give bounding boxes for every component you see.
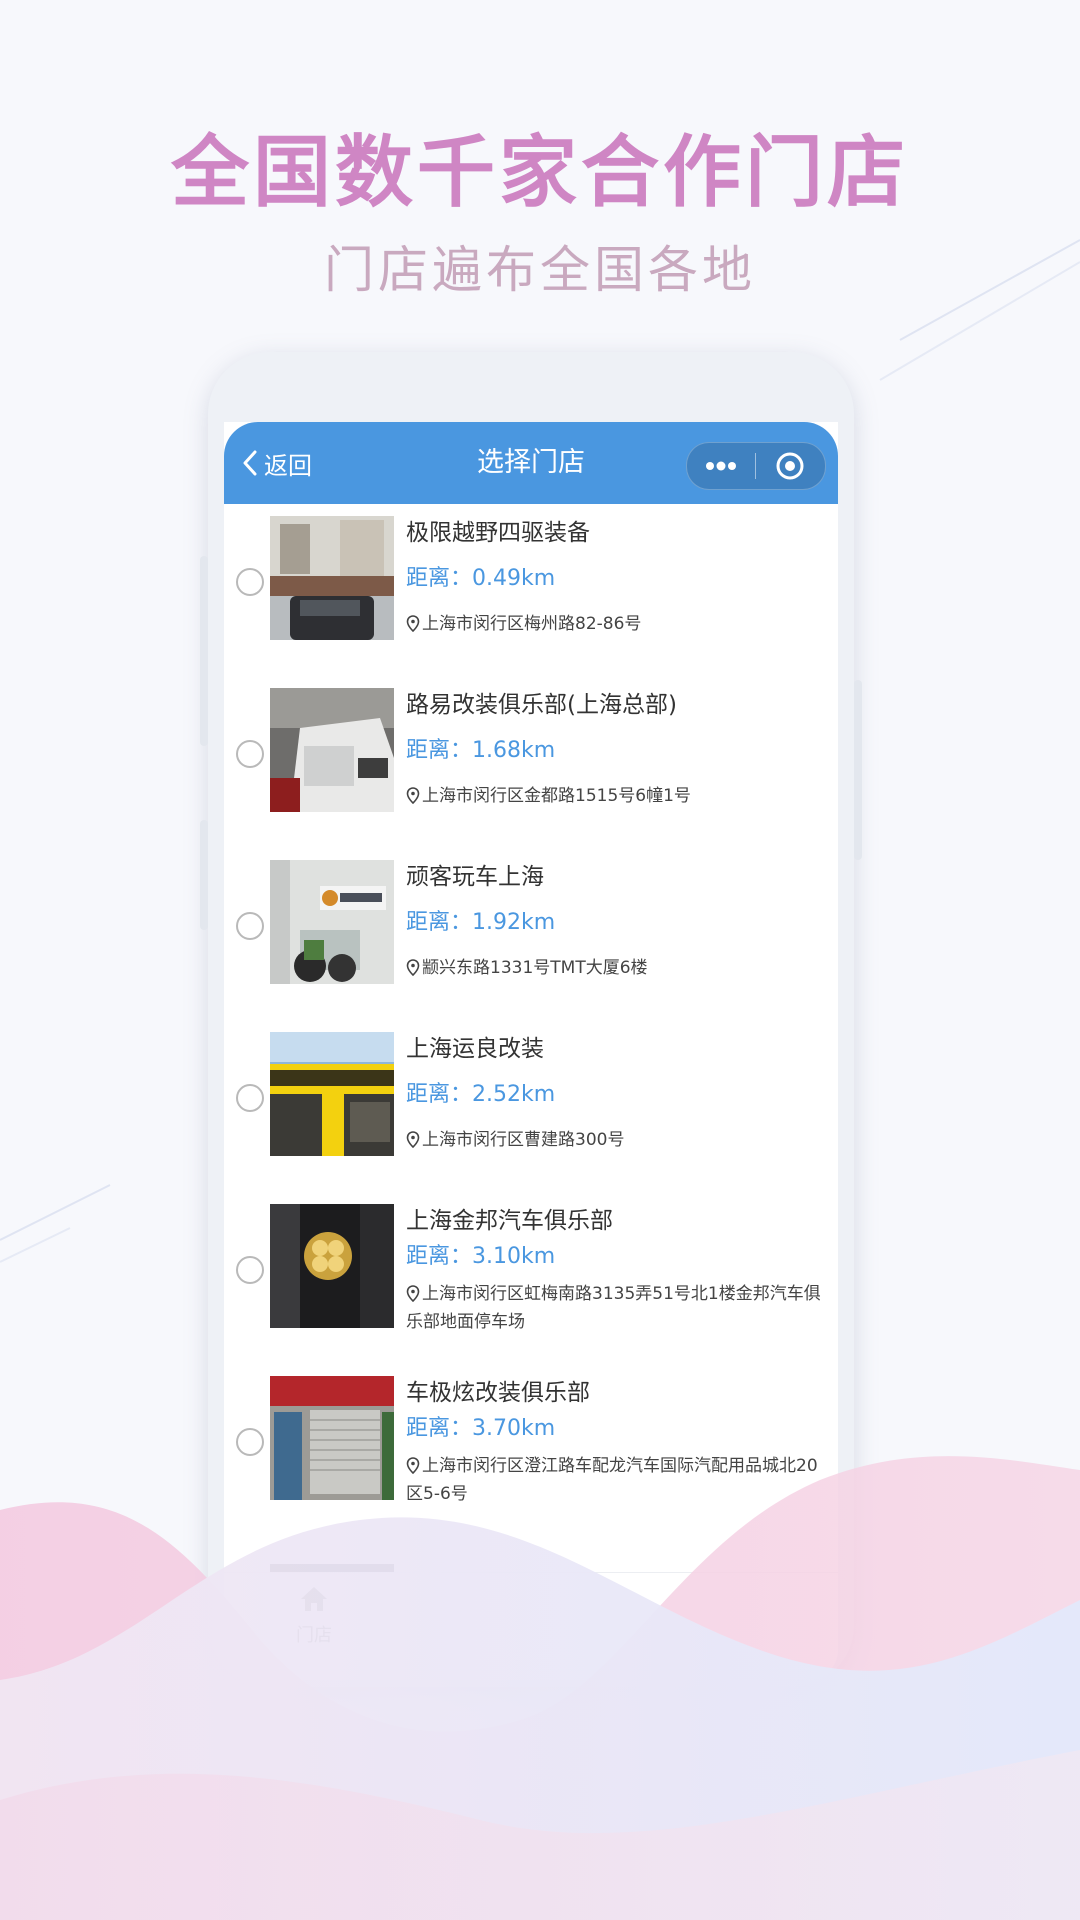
- store-list: 极限越野四驱装备 距离：0.49km 上海市闵行区梅州路82-86号 路易改装俱…: [224, 516, 838, 1548]
- store-distance: 距离：2.52km: [406, 1082, 556, 1107]
- store-name: 上海运良改装: [406, 1036, 544, 1062]
- store-photo: [270, 860, 394, 984]
- page-subheadline: 门店遍布全国各地: [324, 241, 756, 299]
- phone-side-button: [200, 556, 208, 746]
- more-button[interactable]: [687, 443, 755, 489]
- store-photo: [270, 516, 394, 640]
- store-item[interactable]: 顽客玩车上海 距离：1.92km 颛兴东路1331号TMT大厦6楼: [224, 860, 838, 1032]
- store-address: 颛兴东路1331号TMT大厦6楼: [406, 954, 826, 982]
- mini-program-capsule: [686, 442, 826, 490]
- store-address: 上海市闵行区虹梅南路3135弄51号北1楼金邦汽车俱乐部地面停车场: [406, 1280, 826, 1336]
- more-dots-icon: [706, 461, 736, 471]
- store-radio[interactable]: [236, 740, 264, 768]
- store-radio[interactable]: [236, 1256, 264, 1284]
- store-radio[interactable]: [236, 1084, 264, 1112]
- location-pin-icon: [406, 615, 420, 632]
- store-name: 顽客玩车上海: [406, 864, 544, 890]
- store-item[interactable]: 路易改装俱乐部(上海总部) 距离：1.68km 上海市闵行区金都路1515号6幢…: [224, 688, 838, 860]
- store-photo: [270, 1204, 394, 1328]
- target-icon: [776, 452, 804, 480]
- nav-bar: 返回 选择门店: [224, 422, 838, 504]
- page-headline: 全国数千家合作门店: [170, 128, 909, 218]
- location-pin-icon: [406, 1131, 420, 1148]
- phone-side-button: [854, 680, 862, 860]
- store-distance: 距离：1.68km: [406, 738, 556, 763]
- store-name: 车极炫改装俱乐部: [406, 1380, 590, 1406]
- store-distance: 距离：0.49km: [406, 566, 556, 591]
- store-item[interactable]: 极限越野四驱装备 距离：0.49km 上海市闵行区梅州路82-86号: [224, 516, 838, 688]
- location-pin-icon: [406, 1285, 420, 1302]
- store-photo: [270, 1032, 394, 1156]
- store-address: 上海市闵行区曹建路300号: [406, 1126, 826, 1154]
- store-item[interactable]: 上海金邦汽车俱乐部 距离：3.10km 上海市闵行区虹梅南路3135弄51号北1…: [224, 1204, 838, 1376]
- store-distance: 距离：1.92km: [406, 910, 556, 935]
- store-radio[interactable]: [236, 912, 264, 940]
- store-name: 路易改装俱乐部(上海总部): [406, 692, 677, 718]
- location-pin-icon: [406, 787, 420, 804]
- store-distance: 距离：3.10km: [406, 1244, 556, 1269]
- store-item[interactable]: 上海运良改装 距离：2.52km 上海市闵行区曹建路300号: [224, 1032, 838, 1204]
- store-name: 上海金邦汽车俱乐部: [406, 1208, 613, 1234]
- location-pin-icon: [406, 959, 420, 976]
- store-address-text: 上海市闵行区虹梅南路3135弄51号北1楼金邦汽车俱乐部地面停车场: [406, 1284, 821, 1332]
- store-address: 上海市闵行区梅州路82-86号: [406, 610, 826, 638]
- store-address: 上海市闵行区金都路1515号6幢1号: [406, 782, 826, 810]
- store-photo: [270, 688, 394, 812]
- close-button[interactable]: [756, 443, 824, 489]
- decorative-waves: [0, 1456, 1080, 1920]
- promo-page: 全国数千家合作门店 门店遍布全国各地 返回 选择门店 极限越野四驱装备 距离：0…: [0, 0, 1080, 1920]
- store-name: 极限越野四驱装备: [406, 520, 590, 546]
- store-address-text: 上海市闵行区曹建路300号: [422, 1130, 625, 1150]
- store-address-text: 颛兴东路1331号TMT大厦6楼: [422, 958, 648, 978]
- store-address-text: 上海市闵行区梅州路82-86号: [422, 614, 642, 634]
- store-address-text: 上海市闵行区金都路1515号6幢1号: [422, 786, 691, 806]
- store-radio[interactable]: [236, 568, 264, 596]
- phone-side-button: [200, 820, 208, 930]
